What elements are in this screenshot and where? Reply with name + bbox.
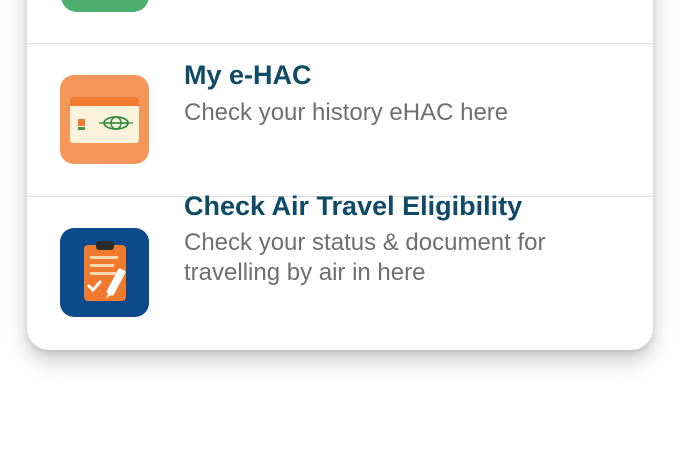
menu-item-air-travel-eligibility[interactable]: Check Air Travel Eligibility Check your … [27, 191, 653, 350]
menu-card: My e-HAC Check your history eHAC here Ch… [27, 0, 653, 350]
menu-item-title: Check Air Travel Eligibility [184, 191, 523, 221]
clipboard-checklist-icon [60, 228, 149, 317]
menu-item-my-ehac[interactable]: My e-HAC Check your history eHAC here [27, 44, 653, 196]
menu-item-title: My e-HAC [184, 60, 312, 90]
menu-item-description: Check your status & document for travell… [184, 229, 546, 286]
ehac-card-icon [60, 75, 149, 164]
previous-item-icon[interactable] [61, 0, 149, 12]
menu-item-description: Check your history eHAC here [184, 99, 509, 126]
